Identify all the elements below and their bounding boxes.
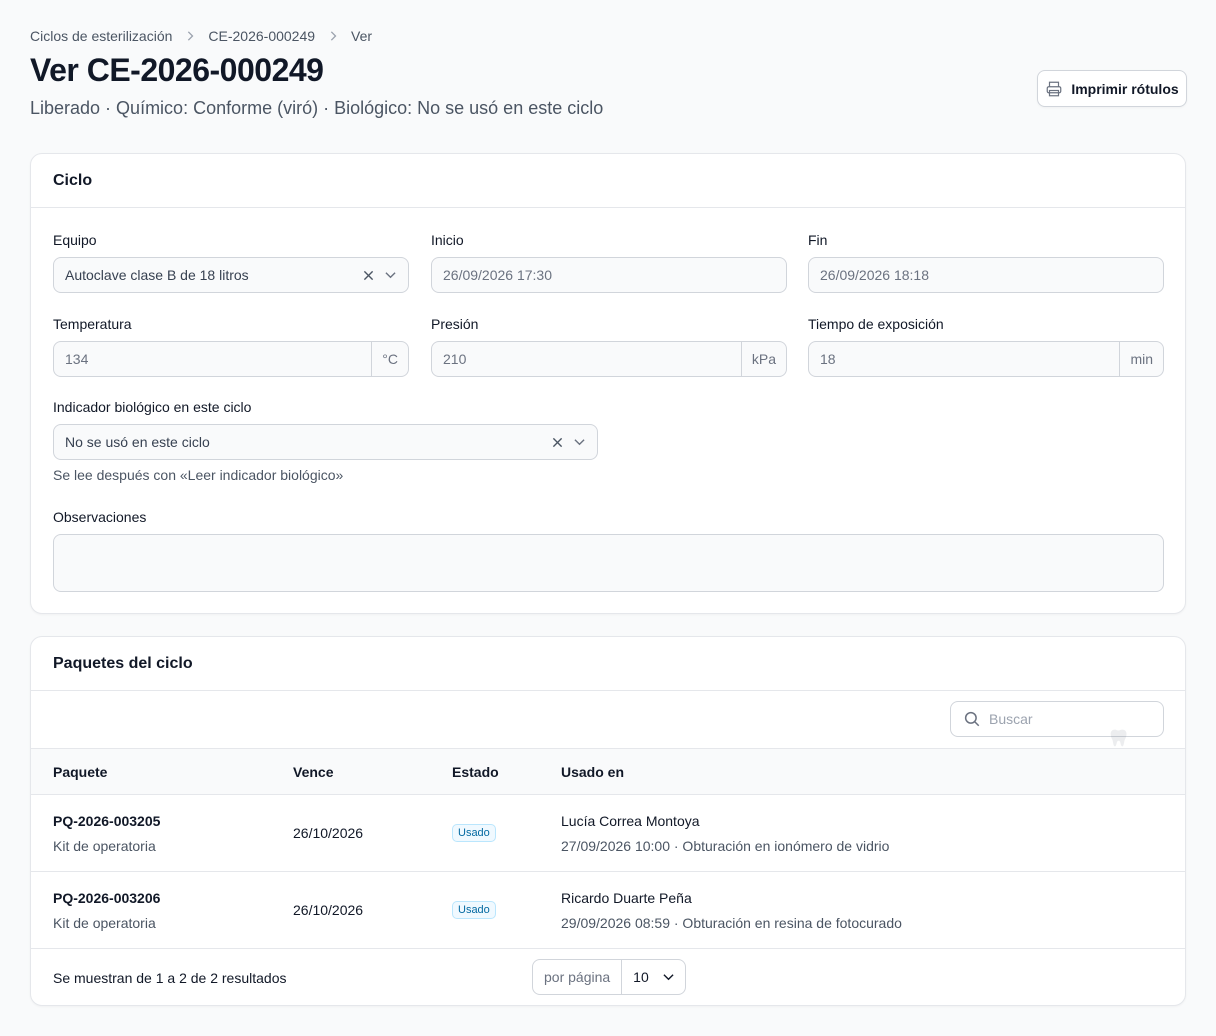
col-paquete[interactable]: Paquete [53,764,107,780]
breadcrumb-item-cycle[interactable]: CE-2026-000249 [208,28,315,44]
package-type: Kit de operatoria [53,838,156,854]
package-expiry: 26/10/2026 [293,902,364,918]
search-icon [964,711,980,727]
printer-icon [1046,81,1062,96]
presion-label: Presión [431,316,479,332]
package-code: PQ-2026-003206 [53,890,161,906]
page-subtitle: Liberado · Químico: Conforme (viró) · Bi… [30,98,604,118]
chevron-down-icon [663,974,674,981]
breadcrumb-item-current: Ver [351,28,373,44]
presion-value: 210 [443,351,467,367]
inicio-value: 26/09/2026 17:30 [443,267,552,283]
results-summary: Se muestran de 1 a 2 de 2 resultados [53,970,287,986]
per-page-label: por página [533,960,623,994]
used-detail: 27/09/2026 10:00 · Obturación en ionómer… [561,838,890,854]
ciclo-card: Ciclo Equipo Autoclave clase B de 18 lit… [30,153,1186,614]
used-patient: Lucía Correa Montoya [561,813,700,829]
equipo-label: Equipo [53,232,97,248]
per-page-select[interactable]: por página 10 [532,959,686,995]
clear-icon[interactable] [361,268,375,282]
col-vence[interactable]: Vence [293,764,333,780]
tiempo-field[interactable]: 18 min [808,341,1164,377]
breadcrumb-item-ciclos[interactable]: Ciclos de esterilización [30,28,172,44]
paquetes-heading: Paquetes del ciclo [31,637,1185,691]
tooth-icon [1110,729,1127,747]
package-code: PQ-2026-003205 [53,813,161,829]
observaciones-textarea[interactable] [53,534,1164,592]
chevron-right-icon [188,31,194,41]
equipo-select[interactable]: Autoclave clase B de 18 litros [53,257,409,293]
tiempo-unit: min [1119,342,1163,376]
page-title: Ver CE-2026-000249 [30,52,324,88]
indicador-helper: Se lee después con «Leer indicador bioló… [53,467,344,483]
breadcrumb: Ciclos de esterilización CE-2026-000249 … [30,28,372,44]
used-patient: Ricardo Duarte Peña [561,890,692,906]
tiempo-value: 18 [820,351,836,367]
chevron-right-icon [330,31,337,41]
fin-field[interactable]: 26/09/2026 18:18 [808,257,1164,293]
temperatura-unit: °C [371,342,408,376]
col-usado-en[interactable]: Usado en [561,764,624,780]
temperatura-field[interactable]: 134 °C [53,341,409,377]
tiempo-label: Tiempo de exposición [808,316,944,332]
col-estado[interactable]: Estado [452,764,499,780]
clear-icon[interactable] [550,435,564,449]
status-badge: Usado [452,824,496,842]
temperatura-value: 134 [65,351,89,367]
indicador-value: No se usó en este ciclo [65,434,210,450]
table-row[interactable]: PQ-2026-003206 Kit de operatoria 26/10/2… [31,872,1185,949]
table-header: Paquete Vence Estado Usado en [31,748,1185,795]
chevron-down-icon[interactable] [572,435,586,449]
used-detail: 29/09/2026 08:59 · Obturación en resina … [561,915,902,931]
equipo-value: Autoclave clase B de 18 litros [65,267,249,283]
presion-unit: kPa [740,342,786,376]
fin-label: Fin [808,232,828,248]
print-labels-button[interactable]: Imprimir rótulos [1037,70,1187,107]
search-placeholder: Buscar [989,711,1033,727]
chevron-down-icon[interactable] [383,268,397,282]
inicio-label: Inicio [431,232,464,248]
fin-value: 26/09/2026 18:18 [820,267,929,283]
table-row[interactable]: PQ-2026-003205 Kit de operatoria 26/10/2… [31,795,1185,872]
presion-field[interactable]: 210 kPa [431,341,787,377]
search-input[interactable]: Buscar [950,701,1164,737]
status-badge: Usado [452,901,496,919]
ciclo-heading: Ciclo [31,154,1185,208]
indicador-label: Indicador biológico en este ciclo [53,399,252,415]
package-type: Kit de operatoria [53,915,156,931]
inicio-field[interactable]: 26/09/2026 17:30 [431,257,787,293]
paquetes-card: Paquetes del ciclo Buscar Paquete Vence … [30,636,1186,1006]
print-labels-label: Imprimir rótulos [1071,80,1179,97]
indicador-select[interactable]: No se usó en este ciclo [53,424,598,460]
observaciones-label: Observaciones [53,509,147,525]
package-expiry: 26/10/2026 [293,825,364,841]
temperatura-label: Temperatura [53,316,132,332]
per-page-value: 10 [633,969,649,985]
